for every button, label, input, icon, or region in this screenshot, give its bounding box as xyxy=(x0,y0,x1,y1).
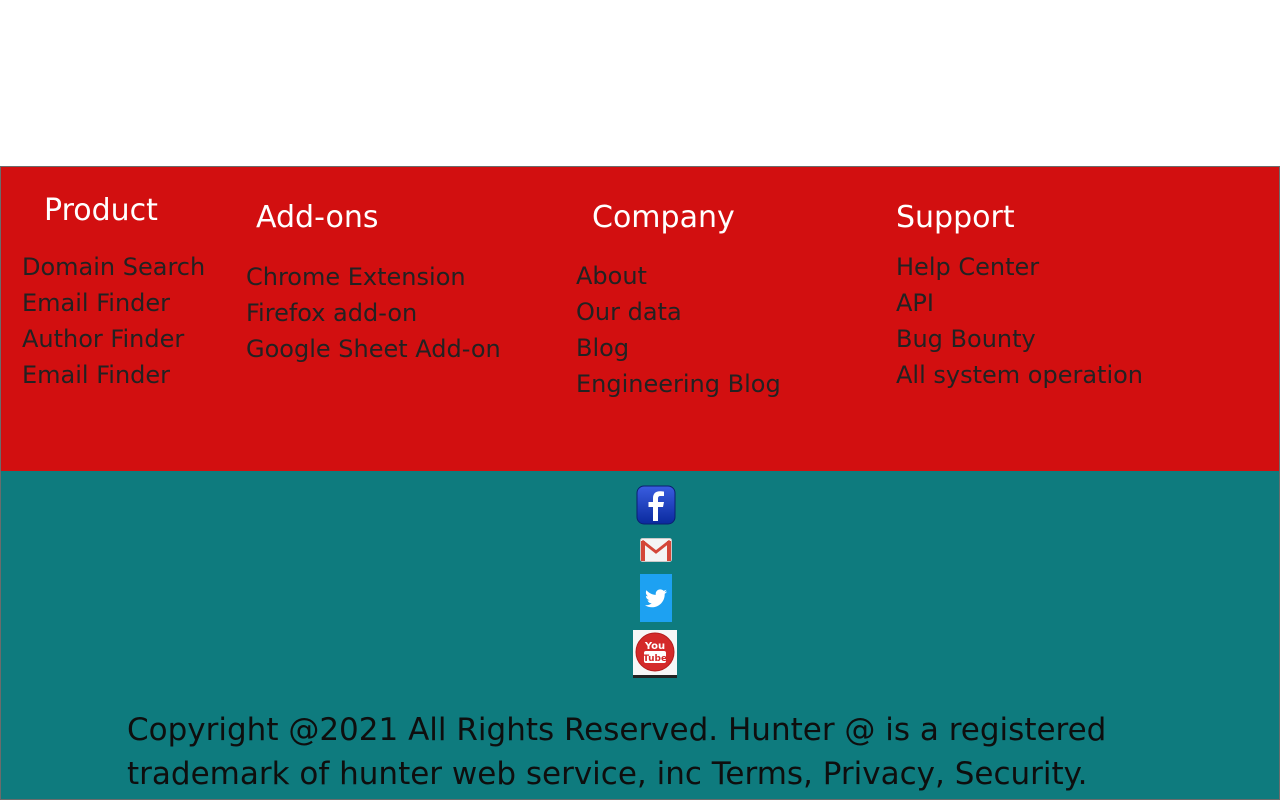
top-blank-area xyxy=(0,0,1280,166)
company-list: About Our data Blog Engineering Blog xyxy=(576,258,781,402)
addons-heading: Add-ons xyxy=(256,200,379,235)
list-item[interactable]: Email Finder xyxy=(22,285,205,321)
product-heading: Product xyxy=(44,193,158,228)
list-item[interactable]: API xyxy=(896,285,1143,321)
author-finder-link[interactable]: Author Finder xyxy=(22,325,184,353)
list-item[interactable]: Chrome Extension xyxy=(246,259,501,295)
support-list: Help Center API Bug Bounty All system op… xyxy=(896,249,1143,393)
twitter-icon[interactable] xyxy=(640,574,672,622)
list-item[interactable]: Our data xyxy=(576,294,781,330)
list-item[interactable]: Domain Search xyxy=(22,249,205,285)
engineering-blog-link[interactable]: Engineering Blog xyxy=(576,370,781,398)
youtube-text-you: You xyxy=(644,641,665,652)
product-list: Domain Search Email Finder Author Finder… xyxy=(22,249,205,393)
help-center-link[interactable]: Help Center xyxy=(896,253,1039,281)
system-operation-link[interactable]: All system operation xyxy=(896,361,1143,389)
domain-search-link[interactable]: Domain Search xyxy=(22,253,205,281)
gmail-icon[interactable] xyxy=(640,538,672,562)
facebook-icon[interactable] xyxy=(636,485,676,525)
google-sheet-addon-link[interactable]: Google Sheet Add-on xyxy=(246,335,501,363)
api-link[interactable]: API xyxy=(896,289,934,317)
email-finder-link[interactable]: Email Finder xyxy=(22,289,170,317)
firefox-addon-link[interactable]: Firefox add-on xyxy=(246,299,417,327)
list-item[interactable]: Bug Bounty xyxy=(896,321,1143,357)
list-item[interactable]: Email Finder xyxy=(22,357,205,393)
footer-links-section: Product Domain Search Email Finder Autho… xyxy=(0,166,1280,472)
list-item[interactable]: Author Finder xyxy=(22,321,205,357)
list-item[interactable]: About xyxy=(576,258,781,294)
list-item[interactable]: Google Sheet Add-on xyxy=(246,331,501,367)
company-heading: Company xyxy=(592,200,735,235)
blog-link[interactable]: Blog xyxy=(576,334,629,362)
our-data-link[interactable]: Our data xyxy=(576,298,682,326)
copyright-text: Copyright @2021 All Rights Reserved. Hun… xyxy=(127,712,1107,792)
bug-bounty-link[interactable]: Bug Bounty xyxy=(896,325,1036,353)
youtube-icon[interactable]: You Tube xyxy=(633,630,677,678)
email-finder-link-2[interactable]: Email Finder xyxy=(22,361,170,389)
about-link[interactable]: About xyxy=(576,262,647,290)
support-heading: Support xyxy=(896,200,1015,235)
list-item[interactable]: Help Center xyxy=(896,249,1143,285)
list-item[interactable]: Firefox add-on xyxy=(246,295,501,331)
list-item[interactable]: All system operation xyxy=(896,357,1143,393)
chrome-extension-link[interactable]: Chrome Extension xyxy=(246,263,466,291)
list-item[interactable]: Engineering Blog xyxy=(576,366,781,402)
list-item[interactable]: Blog xyxy=(576,330,781,366)
youtube-text-tube: Tube xyxy=(643,654,667,664)
addons-list: Chrome Extension Firefox add-on Google S… xyxy=(246,259,501,367)
